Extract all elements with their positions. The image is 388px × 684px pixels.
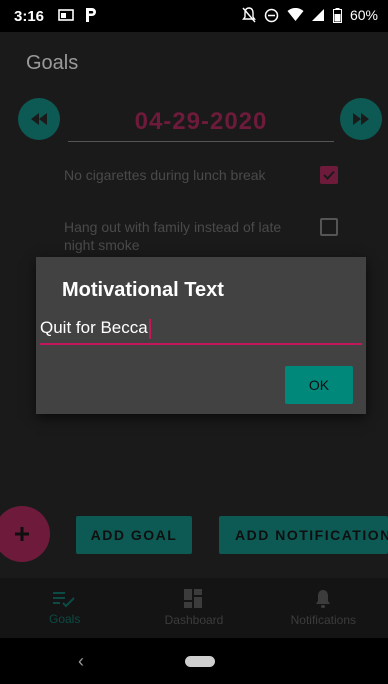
cast-icon: [58, 9, 74, 21]
date-field[interactable]: 04-29-2020: [68, 104, 334, 142]
fast-forward-icon: [353, 113, 369, 125]
goal-item-text: No cigarettes during lunch break: [64, 167, 266, 183]
home-pill-icon[interactable]: [185, 656, 215, 667]
signal-icon: [311, 9, 324, 21]
motivational-text-dialog: Motivational Text Quit for Becca OK: [36, 257, 366, 414]
dashboard-icon: [183, 589, 202, 608]
status-bar: 3:16 60%: [0, 0, 388, 32]
battery-icon: [332, 7, 342, 23]
goals-list-check-icon: [52, 592, 75, 608]
goal-checkbox-checked[interactable]: [320, 166, 338, 184]
goal-checkbox-unchecked[interactable]: [320, 218, 338, 236]
do-not-disturb-icon: [264, 8, 279, 22]
status-time: 3:16: [14, 8, 45, 25]
goal-item-text: Hang out with family instead of late nig…: [64, 219, 282, 253]
wifi-icon: [287, 8, 304, 21]
page-title: Goals: [26, 52, 79, 74]
dialog-title: Motivational Text: [62, 279, 224, 301]
add-goal-button[interactable]: ADD GOAL: [76, 516, 192, 554]
bottom-navigation: Goals Dashboard Notifications: [0, 578, 388, 638]
check-icon: [323, 170, 335, 180]
plus-icon: [15, 527, 29, 541]
rewind-icon: [31, 113, 47, 125]
parking-icon: [86, 8, 96, 22]
tab-goals[interactable]: Goals: [0, 578, 129, 638]
tab-notifications[interactable]: Notifications: [259, 578, 388, 638]
tab-goals-label: Goals: [48, 612, 81, 626]
battery-percent: 60%: [349, 7, 378, 23]
next-date-button[interactable]: [340, 98, 382, 140]
motivational-text-value: Quit for Becca: [40, 318, 148, 337]
bell-icon: [316, 590, 331, 608]
back-chevron-icon[interactable]: ‹: [78, 651, 84, 672]
previous-date-button[interactable]: [18, 98, 60, 140]
notifications-off-icon: [242, 7, 256, 23]
text-cursor: [148, 318, 151, 339]
add-notification-button[interactable]: ADD NOTIFICATION: [219, 516, 388, 554]
ok-button[interactable]: OK: [285, 366, 353, 404]
motivational-text-input[interactable]: Quit for Becca: [40, 313, 362, 345]
system-navigation-bar: ‹: [0, 638, 388, 684]
tab-dashboard-label: Dashboard: [164, 613, 224, 627]
add-fab-button[interactable]: [0, 506, 50, 562]
selected-date: 04-29-2020: [134, 108, 268, 135]
tab-notifications-label: Notifications: [290, 613, 356, 627]
tab-dashboard[interactable]: Dashboard: [129, 578, 258, 638]
